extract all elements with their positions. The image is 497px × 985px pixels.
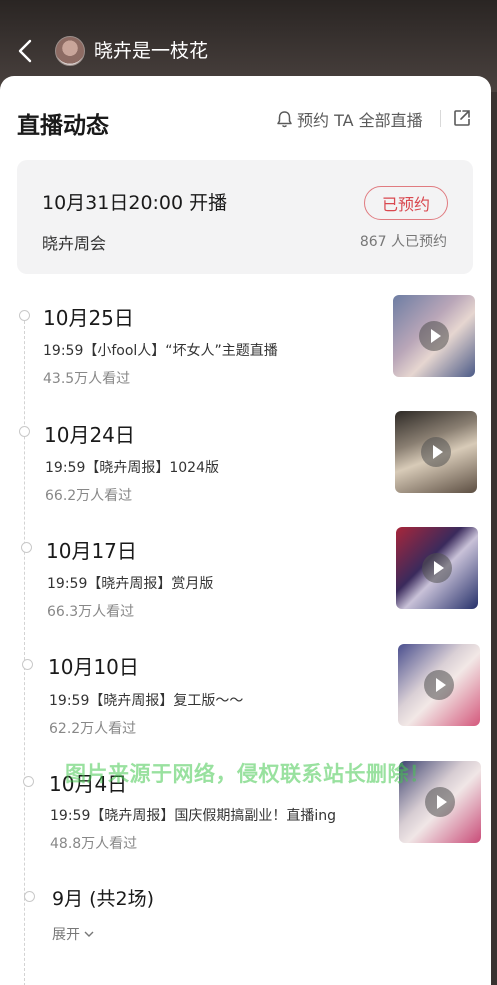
- upcoming-live-card[interactable]: 10月31日20:00 开播 晓卉周会 已预约 867 人已预约: [17, 160, 473, 274]
- timeline-line: [24, 316, 25, 985]
- timeline-dot: [23, 776, 34, 787]
- avatar[interactable]: [55, 36, 85, 66]
- expand-button[interactable]: 展开: [52, 924, 94, 944]
- item-title[interactable]: 19:59【晓卉周报】复工版～～: [49, 690, 243, 710]
- upcoming-name: 晓卉周会: [42, 234, 107, 253]
- upcoming-time: 10月31日20:00 开播: [42, 192, 228, 214]
- username[interactable]: 晓卉是一枝花: [94, 36, 208, 66]
- video-thumbnail[interactable]: [393, 295, 475, 377]
- item-views: 66.2万人看过: [45, 488, 133, 504]
- timeline-dot: [21, 542, 32, 553]
- reserved-button[interactable]: 已预约: [364, 186, 448, 220]
- item-views: 43.5万人看过: [43, 371, 131, 387]
- share-button[interactable]: [452, 108, 472, 128]
- reserve-all-button[interactable]: 预约 TA 全部直播: [276, 108, 423, 130]
- play-icon: [425, 787, 455, 817]
- item-title[interactable]: 19:59【晓卉周报】赏月版: [47, 573, 213, 593]
- share-external-icon: [454, 110, 470, 126]
- back-arrow-icon: [18, 39, 32, 63]
- watermark: 图片来源于网络，侵权联系站长删除！: [65, 762, 431, 786]
- bell-icon: [277, 111, 292, 128]
- item-title[interactable]: 19:59【晓卉周报】国庆假期搞副业！直播ing: [50, 805, 336, 825]
- play-icon: [422, 553, 452, 583]
- item-title[interactable]: 19:59【小fool人】“坏女人”主题直播: [43, 340, 278, 360]
- timeline-dot: [19, 426, 30, 437]
- video-thumbnail[interactable]: [398, 644, 480, 726]
- item-date: 10月17日: [46, 539, 137, 563]
- item-views: 48.8万人看过: [50, 836, 138, 852]
- reserved-count: 867 人已预约: [359, 234, 447, 250]
- timeline-dot: [19, 310, 30, 321]
- play-icon: [419, 321, 449, 351]
- item-title[interactable]: 19:59【晓卉周报】1024版: [45, 457, 219, 477]
- section-title: 直播动态: [17, 113, 109, 139]
- item-views: 66.3万人看过: [47, 604, 135, 620]
- item-date: 10月24日: [44, 423, 135, 447]
- timeline-dot: [24, 891, 35, 902]
- item-views: 62.2万人看过: [49, 721, 137, 737]
- expand-label: 展开: [52, 927, 80, 943]
- divider: [440, 110, 441, 127]
- video-thumbnail[interactable]: [395, 411, 477, 493]
- back-button[interactable]: [14, 38, 36, 64]
- chevron-down-icon: [84, 931, 94, 937]
- play-icon: [424, 670, 454, 700]
- play-icon: [421, 437, 451, 467]
- reserve-all-label: 预约 TA 全部直播: [297, 111, 423, 130]
- item-date: 10月10日: [48, 655, 139, 679]
- month-group-label: 9月 (共2场): [52, 888, 155, 910]
- video-thumbnail[interactable]: [396, 527, 478, 609]
- timeline-dot: [22, 659, 33, 670]
- live-activity-sheet: 直播动态 预约 TA 全部直播 10月31日20:00 开播 晓卉周会 已预约 …: [0, 76, 491, 985]
- item-date: 10月25日: [43, 306, 134, 330]
